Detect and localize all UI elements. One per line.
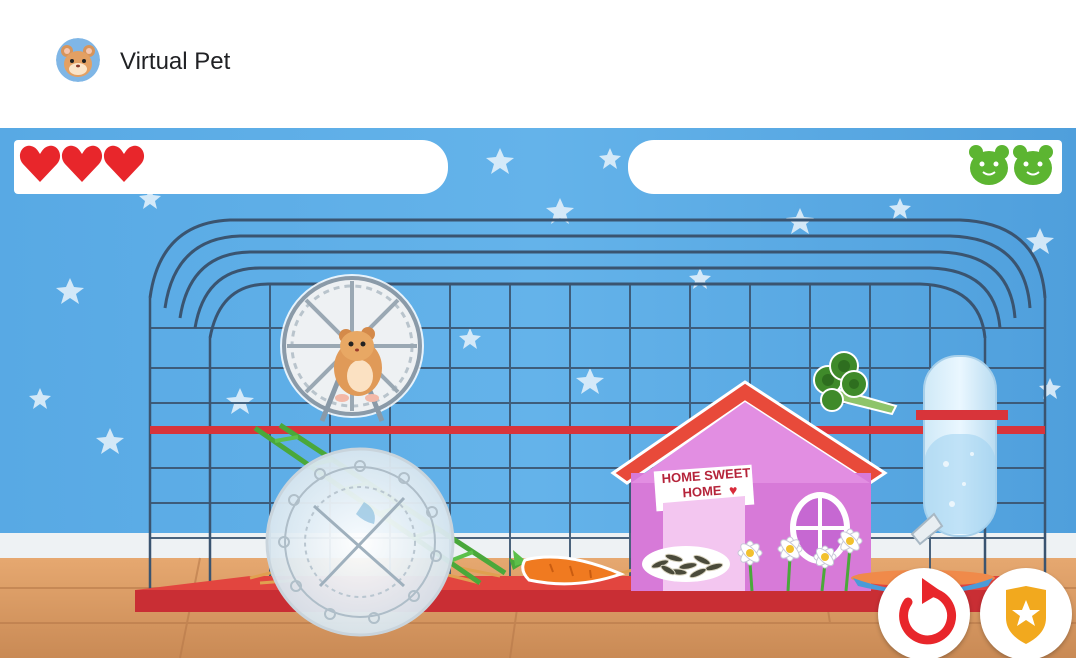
app-title: Virtual Pet [120,48,231,75]
heart-icon [103,145,145,182]
achievements-button[interactable] [980,568,1072,658]
star-badge-icon [1006,586,1046,644]
seeds[interactable] [640,540,732,584]
reset-arrow-icon [899,578,957,645]
hamster[interactable] [322,318,392,404]
broccoli[interactable] [810,350,902,422]
hamster-ball[interactable] [264,446,456,638]
hamster-face-icon [969,145,1009,185]
heart-icon [61,145,103,182]
heart-icon: ♥ [729,482,738,498]
game-scene[interactable]: HOME SWEET HOME ♥ [0,128,1076,658]
app-header: Virtual Pet [0,0,1076,128]
hamster-face-icon [1013,145,1053,185]
heart-icon [19,145,61,182]
reset-button[interactable] [878,568,970,658]
water-bottle[interactable] [906,354,1016,550]
hamster-avatar-icon [56,38,100,82]
